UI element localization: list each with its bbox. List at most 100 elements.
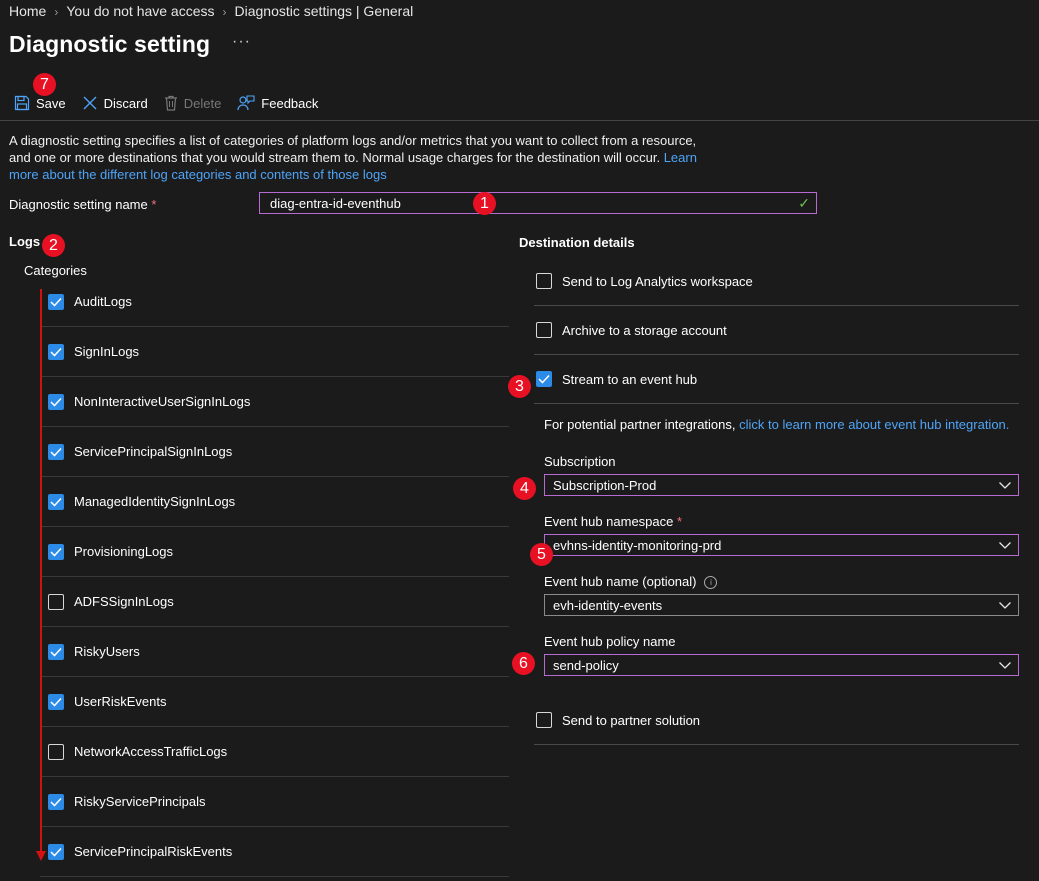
chevron-down-icon	[999, 662, 1011, 669]
log-category-label: ServicePrincipalSignInLogs	[74, 444, 233, 459]
log-category-label: ManagedIdentitySignInLogs	[74, 494, 236, 509]
delete-button[interactable]: Delete	[164, 95, 222, 111]
required-mark: *	[151, 197, 157, 212]
checkmark-icon	[50, 497, 62, 507]
log-category-row[interactable]: AuditLogs	[40, 277, 509, 327]
checkmark-icon	[50, 647, 62, 657]
checkbox-unchecked[interactable]	[536, 273, 552, 289]
breadcrumb-resource[interactable]: You do not have access	[66, 3, 214, 19]
command-bar: Save Discard Delete Feedback	[14, 92, 334, 114]
info-icon[interactable]: i	[704, 576, 718, 590]
partner-integration-link[interactable]: click to learn more about event hub inte…	[739, 417, 1009, 432]
save-icon	[14, 95, 30, 111]
breadcrumb-current[interactable]: Diagnostic settings | General	[235, 3, 414, 19]
chevron-down-icon	[999, 602, 1011, 609]
checkmark-icon	[50, 397, 62, 407]
checkbox-checked[interactable]	[48, 443, 64, 460]
checkbox-unchecked[interactable]	[536, 712, 552, 728]
log-category-row[interactable]: ManagedIdentitySignInLogs	[40, 477, 509, 527]
log-category-label: SignInLogs	[74, 344, 140, 359]
log-category-row[interactable]: NonInteractiveUserSignInLogs	[40, 377, 509, 427]
breadcrumb-home[interactable]: Home	[9, 3, 46, 19]
checkmark-icon	[50, 547, 62, 557]
log-category-row[interactable]: UserRiskEvents	[40, 677, 509, 727]
checkbox-checked[interactable]	[48, 793, 64, 810]
log-category-label: ServicePrincipalRiskEvents	[74, 844, 233, 859]
checkmark-icon	[50, 847, 62, 857]
log-category-row[interactable]: NetworkAccessTrafficLogs	[40, 727, 509, 777]
close-icon	[83, 96, 97, 110]
breadcrumb-separator-icon: ›	[54, 5, 59, 19]
checkbox-checked[interactable]	[48, 643, 64, 660]
annotation-arrow-head-icon	[36, 851, 46, 861]
checkbox-checked[interactable]	[48, 393, 64, 410]
log-category-row[interactable]: RiskyServicePrincipals	[40, 777, 509, 827]
policy-dropdown[interactable]: send-policy	[544, 654, 1019, 676]
breadcrumb-separator-icon: ›	[222, 5, 227, 19]
checkbox-unchecked[interactable]	[536, 322, 552, 338]
checkbox-checked[interactable]	[48, 493, 64, 510]
checkbox-checked[interactable]	[536, 371, 552, 387]
checkbox-checked[interactable]	[48, 843, 64, 860]
log-category-row[interactable]: RiskyUsers	[40, 627, 509, 677]
namespace-label: Event hub namespace *	[544, 514, 682, 529]
checkbox-checked[interactable]	[48, 343, 64, 360]
toolbar-divider	[0, 120, 1039, 121]
dest-event-hub[interactable]: Stream to an event hub	[534, 355, 1019, 404]
page-title: Diagnostic setting	[9, 31, 211, 57]
step-badge-7: 7	[33, 73, 56, 96]
step-badge-4: 4	[513, 477, 536, 500]
feedback-label: Feedback	[261, 95, 319, 111]
checkbox-checked[interactable]	[48, 693, 64, 710]
step-badge-3: 3	[508, 375, 531, 398]
log-category-label: AuditLogs	[74, 294, 132, 309]
partner-integration-text: For potential partner integrations, clic…	[544, 417, 1009, 432]
chevron-down-icon	[999, 482, 1011, 489]
feedback-button[interactable]: Feedback	[237, 95, 318, 111]
dest-storage-account[interactable]: Archive to a storage account	[534, 306, 1019, 355]
dest-partner-solution[interactable]: Send to partner solution	[534, 696, 1019, 745]
save-button[interactable]: Save	[14, 95, 66, 111]
setting-name-label-text: Diagnostic setting name	[9, 197, 148, 212]
dest-option-label: Send to Log Analytics workspace	[562, 273, 753, 289]
more-options-icon[interactable]: ···	[232, 33, 251, 51]
step-badge-5: 5	[530, 543, 553, 566]
checkmark-icon	[538, 374, 550, 384]
dest-option-label: Stream to an event hub	[562, 371, 698, 387]
log-category-row[interactable]: ProvisioningLogs	[40, 527, 509, 577]
log-category-row[interactable]: SignInLogs	[40, 327, 509, 377]
dest-option-label: Archive to a storage account	[562, 322, 727, 338]
log-category-label: RiskyServicePrincipals	[74, 794, 206, 809]
subscription-value: Subscription-Prod	[553, 477, 657, 493]
dest-option-label: Send to partner solution	[562, 712, 701, 728]
log-category-label: RiskyUsers	[74, 644, 140, 659]
partner-text: For potential partner integrations,	[544, 417, 736, 432]
checkmark-icon	[50, 447, 62, 457]
logs-heading: Logs	[9, 234, 41, 249]
log-category-row[interactable]: ADFSSignInLogs	[40, 577, 509, 627]
step-badge-1: 1	[473, 192, 496, 215]
checkbox-unchecked[interactable]	[48, 743, 64, 760]
checkbox-unchecked[interactable]	[48, 593, 64, 610]
discard-button[interactable]: Discard	[82, 95, 148, 111]
dest-log-analytics[interactable]: Send to Log Analytics workspace	[534, 257, 1019, 306]
breadcrumb: Home › You do not have access › Diagnostic s…	[9, 3, 413, 19]
subscription-dropdown[interactable]: Subscription-Prod	[544, 474, 1019, 496]
log-category-row[interactable]: ServicePrincipalSignInLogs	[40, 427, 509, 477]
delete-label: Delete	[183, 95, 222, 111]
policy-label: Event hub policy name	[544, 634, 676, 649]
step-badge-6: 6	[512, 652, 535, 675]
checkbox-checked[interactable]	[48, 543, 64, 560]
setting-name-input[interactable]: diag-entra-id-eventhub ✓	[259, 192, 817, 214]
log-category-label: ADFSSignInLogs	[74, 594, 174, 609]
policy-value: send-policy	[553, 657, 619, 673]
namespace-label-text: Event hub namespace	[544, 514, 674, 529]
log-category-label: NonInteractiveUserSignInLogs	[74, 394, 251, 409]
hub-name-dropdown[interactable]: evh-identity-events	[544, 594, 1019, 616]
setting-name-label: Diagnostic setting name *	[9, 197, 156, 212]
checkbox-checked[interactable]	[48, 293, 64, 310]
log-category-row[interactable]: ServicePrincipalRiskEvents	[40, 827, 509, 877]
log-category-label: NetworkAccessTrafficLogs	[74, 744, 228, 759]
namespace-dropdown[interactable]: evhns-identity-monitoring-prd	[544, 534, 1019, 556]
subscription-label: Subscription	[544, 454, 616, 469]
